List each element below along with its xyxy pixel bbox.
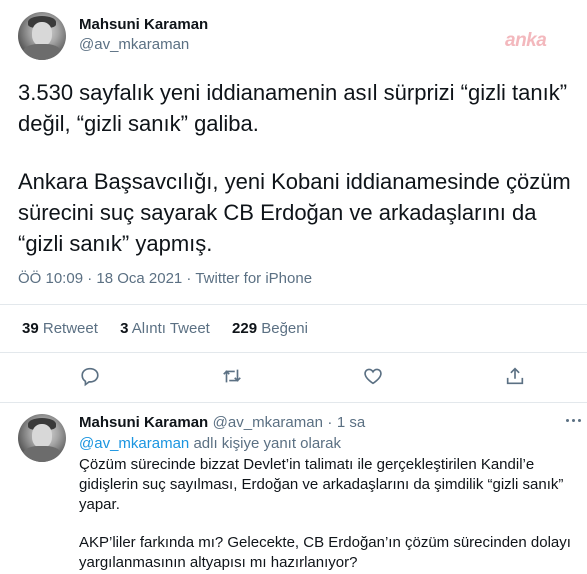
author-name[interactable]: Mahsuni Karaman xyxy=(79,16,208,33)
reply-text-line: yargılanmasının altyapısı mı hazırlanıyo… xyxy=(79,554,358,571)
more-options-icon[interactable] xyxy=(566,419,584,425)
quotes-stat[interactable]: 3 Alıntı Tweet xyxy=(120,320,210,337)
divider xyxy=(0,304,587,305)
replying-to-handle[interactable]: @av_mkaraman xyxy=(79,435,189,452)
reply-author-handle[interactable]: @av_mkaraman xyxy=(213,414,323,431)
tweet-stats: 39 Retweet 3 Alıntı Tweet 229 Beğeni xyxy=(22,320,326,337)
tweet-timestamp[interactable]: ÖÖ 10:09 · 18 Oca 2021 · Twitter for iPh… xyxy=(18,270,312,287)
reply-author-name[interactable]: Mahsuni Karaman xyxy=(79,414,208,431)
reply-text-line: AKP’liler farkında mı? Gelecekte, CB Erd… xyxy=(79,534,571,551)
replying-to-label: adlı kişiye yanıt olarak xyxy=(189,435,342,452)
tweet-text-line: sürecini suç sayarak CB Erdoğan ve arkad… xyxy=(18,200,537,225)
like-icon[interactable] xyxy=(362,365,386,389)
reply-text-line: Çözüm sürecinde bizzat Devlet’in talimat… xyxy=(79,456,535,473)
share-icon[interactable] xyxy=(504,365,528,389)
tweet-text: 3.530 sayfalık yeni iddianamenin asıl sü… xyxy=(18,77,587,139)
retweets-stat[interactable]: 39 Retweet xyxy=(22,320,98,337)
reply-text: AKP’liler farkında mı? Gelecekte, CB Erd… xyxy=(79,533,579,573)
avatar[interactable] xyxy=(18,414,66,462)
watermark-logo: anka xyxy=(505,30,547,51)
author-handle[interactable]: @av_mkaraman xyxy=(79,36,189,53)
tweet-text-line: Ankara Başsavcılığı, yeni Kobani iddiana… xyxy=(18,169,571,194)
reply-time-separator: · xyxy=(327,414,333,431)
reply-header: Mahsuni Karaman @av_mkaraman · 1 sa xyxy=(79,414,365,432)
tweet-text-line: 3.530 sayfalık yeni iddianamenin asıl sü… xyxy=(18,80,568,105)
divider xyxy=(0,352,587,353)
action-bar xyxy=(0,365,587,391)
reply-text-line: yapar. xyxy=(79,496,120,513)
tweet-text-line: “gizli sanık” yapmış. xyxy=(18,231,213,256)
reply-time[interactable]: 1 sa xyxy=(337,414,365,431)
reply-text: Çözüm sürecinde bizzat Devlet’in talimat… xyxy=(79,455,579,515)
retweet-icon[interactable] xyxy=(221,365,245,389)
divider xyxy=(0,402,587,403)
avatar[interactable] xyxy=(18,12,66,60)
reply-text-line: gidişlerin suç sayılması, Erdoğan ve ark… xyxy=(79,476,564,493)
tweet-text-line: değil, “gizli sanık” galiba. xyxy=(18,111,259,136)
tweet-text: Ankara Başsavcılığı, yeni Kobani iddiana… xyxy=(18,166,587,259)
replying-to: @av_mkaraman adlı kişiye yanıt olarak xyxy=(79,435,341,452)
likes-stat[interactable]: 229 Beğeni xyxy=(232,320,308,337)
reply-icon[interactable] xyxy=(79,365,103,389)
